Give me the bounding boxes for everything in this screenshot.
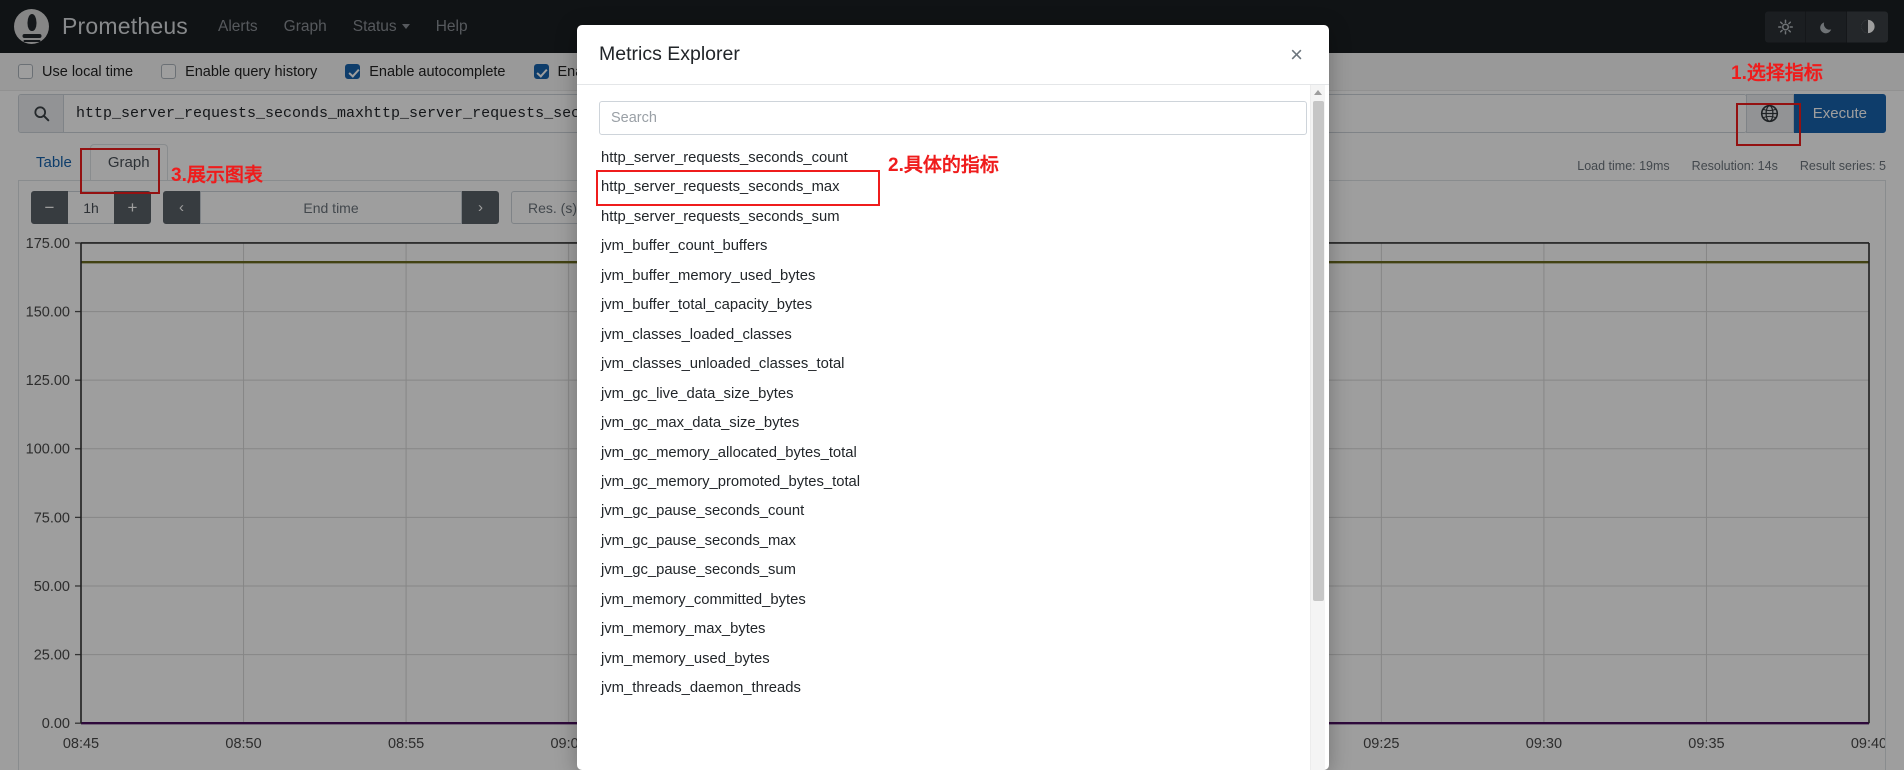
metric-item[interactable]: jvm_gc_max_data_size_bytes [599,409,1307,438]
metric-item[interactable]: jvm_gc_memory_allocated_bytes_total [599,439,1307,468]
modal-scrollbar[interactable] [1310,85,1325,770]
modal-body: http_server_requests_seconds_counthttp_s… [577,85,1329,770]
modal-title: Metrics Explorer [599,43,740,65]
metric-item[interactable]: jvm_buffer_memory_used_bytes [599,262,1307,291]
metric-item[interactable]: jvm_memory_used_bytes [599,645,1307,674]
metric-item[interactable]: jvm_buffer_total_capacity_bytes [599,291,1307,320]
close-icon[interactable]: × [1286,42,1307,68]
metric-item[interactable]: jvm_gc_pause_seconds_sum [599,556,1307,585]
metric-item[interactable]: jvm_gc_live_data_size_bytes [599,380,1307,409]
metric-item[interactable]: http_server_requests_seconds_max [596,170,880,206]
metric-item[interactable]: jvm_threads_daemon_threads [599,674,1307,703]
metric-item[interactable]: jvm_memory_committed_bytes [599,586,1307,615]
metric-item[interactable]: http_server_requests_seconds_sum [599,203,1307,232]
modal-header: Metrics Explorer × [577,25,1329,85]
prometheus-app: Prometheus Alerts Graph Status Help Use … [0,0,1904,770]
metric-item[interactable]: jvm_gc_pause_seconds_max [599,527,1307,556]
metric-item[interactable]: jvm_classes_unloaded_classes_total [599,350,1307,379]
search-input[interactable] [599,101,1307,135]
metric-item[interactable]: jvm_gc_memory_promoted_bytes_total [599,468,1307,497]
metric-item[interactable]: http_server_requests_seconds_count [599,144,1307,173]
metric-item[interactable]: jvm_classes_loaded_classes [599,321,1307,350]
metrics-explorer-modal: Metrics Explorer × http_server_requests_… [577,25,1329,770]
metric-item[interactable]: jvm_buffer_count_buffers [599,232,1307,261]
scrollbar-up-arrow-icon[interactable] [1311,85,1325,99]
metric-item[interactable]: jvm_gc_pause_seconds_count [599,497,1307,526]
metric-list: http_server_requests_seconds_count http_s… [596,144,1307,704]
scrollbar-thumb[interactable] [1313,101,1324,601]
metric-item[interactable]: jvm_memory_max_bytes [599,615,1307,644]
